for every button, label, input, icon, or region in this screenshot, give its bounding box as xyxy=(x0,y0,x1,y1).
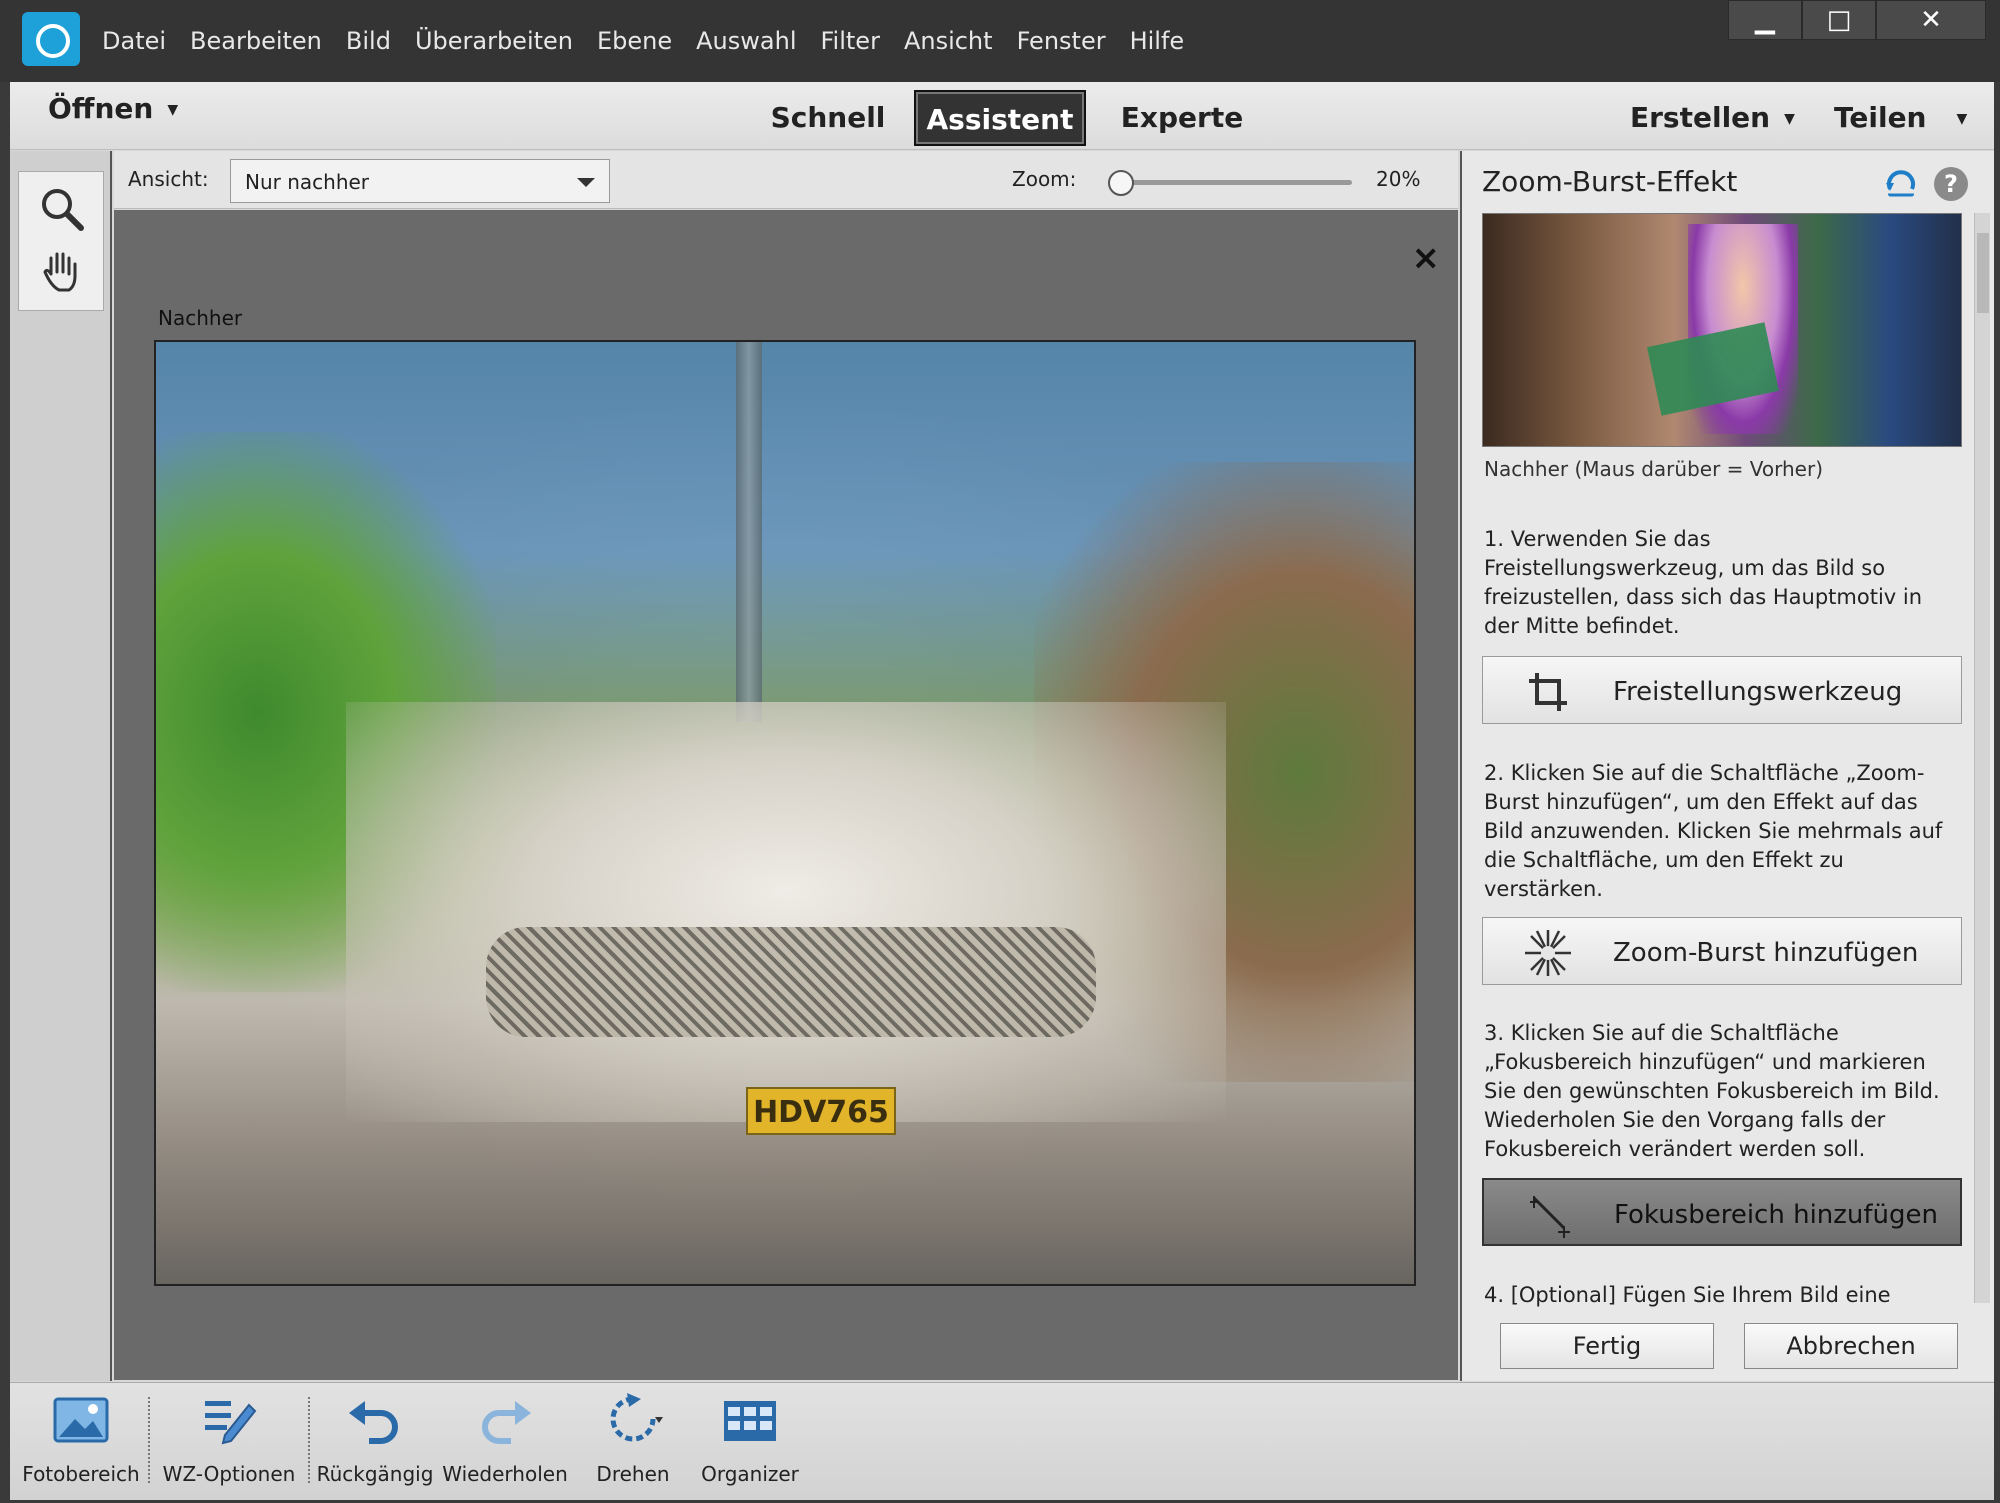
menu-datei[interactable]: Datei xyxy=(90,0,178,82)
step-4-text: 4. [Optional] Fügen Sie Ihrem Bild eine xyxy=(1484,1283,1891,1307)
tool-group xyxy=(18,171,104,311)
maximize-button[interactable]: □ xyxy=(1802,0,1876,40)
redo-icon xyxy=(482,1401,531,1444)
add-focus-area-button[interactable]: Fokusbereich hinzufügen xyxy=(1482,1178,1962,1246)
photo-car-grille xyxy=(486,927,1096,1037)
menu-bar: Datei Bearbeiten Bild Überarbeiten Ebene… xyxy=(90,0,1196,82)
menu-bild[interactable]: Bild xyxy=(334,0,403,82)
after-label: Nachher xyxy=(158,306,243,330)
zoom-tool-icon[interactable] xyxy=(37,184,87,234)
done-button[interactable]: Fertig xyxy=(1500,1323,1714,1369)
minimize-button[interactable]: ▁ xyxy=(1728,0,1802,40)
open-label: Öffnen xyxy=(48,92,154,125)
menu-ansicht[interactable]: Ansicht xyxy=(892,0,1005,82)
app-logo-icon xyxy=(22,12,80,66)
organizer-label: Organizer xyxy=(701,1462,799,1486)
menu-bearbeiten[interactable]: Bearbeiten xyxy=(178,0,334,82)
app-frame: Öffnen ▼ Schnell Assistent Experte Erstel… xyxy=(10,82,1994,1500)
photo-bin-icon xyxy=(53,1397,109,1443)
separator xyxy=(148,1397,150,1483)
menu-ebene[interactable]: Ebene xyxy=(585,0,684,82)
organizer-button[interactable]: Organizer xyxy=(690,1391,810,1495)
rotate-button[interactable]: Drehen xyxy=(580,1391,686,1495)
focus-area-icon xyxy=(1530,1196,1570,1238)
tool-options-label: WZ-Optionen xyxy=(162,1462,296,1486)
menu-filter[interactable]: Filter xyxy=(809,0,892,82)
chevron-down-icon: ▼ xyxy=(1784,111,1795,127)
chevron-down-icon: ▼ xyxy=(167,102,179,118)
photo-pole xyxy=(736,342,762,722)
toolbox xyxy=(10,151,112,1381)
zoom-slider-track[interactable] xyxy=(1116,180,1352,185)
effect-preview-image[interactable] xyxy=(1482,213,1962,447)
zoom-burst-icon xyxy=(1525,930,1571,976)
organizer-icon xyxy=(724,1401,776,1441)
panel-title: Zoom-Burst-Effekt xyxy=(1482,165,1738,198)
step-2-text: 2. Klicken Sie auf die Schaltfläche „Zoo… xyxy=(1484,761,1943,901)
chevron-down-icon: ▼ xyxy=(1956,111,1968,127)
panel-scrollbar-thumb[interactable] xyxy=(1977,233,1989,313)
menu-auswahl[interactable]: Auswahl xyxy=(684,0,808,82)
crop-tool-button[interactable]: Freistellungswerkzeug xyxy=(1482,656,1962,724)
tab-experte[interactable]: Experte xyxy=(1106,90,1258,146)
separator xyxy=(308,1397,310,1483)
bottom-toolbar: Fotobereich WZ-Optionen Rückgängig Wiede… xyxy=(10,1382,1994,1500)
undo-button[interactable]: Rückgängig xyxy=(312,1391,438,1495)
chevron-down-icon xyxy=(577,178,595,187)
view-select[interactable]: Nur nachher xyxy=(230,159,610,203)
image-canvas: × Nachher HDV765 xyxy=(114,210,1458,1380)
add-zoom-burst-label: Zoom-Burst hinzufügen xyxy=(1613,938,1919,968)
tool-options-button[interactable]: WZ-Optionen xyxy=(154,1391,304,1495)
license-plate: HDV765 xyxy=(746,1087,896,1135)
view-label: Ansicht: xyxy=(128,167,209,191)
step-1-text: 1. Verwenden Sie das Freistellungswerkze… xyxy=(1484,527,1923,638)
reset-icon[interactable] xyxy=(1884,167,1918,201)
undo-icon xyxy=(349,1401,398,1444)
guided-panel: Zoom-Burst-Effekt ? Nachher (Maus darübe… xyxy=(1460,151,1994,1381)
create-label: Erstellen xyxy=(1630,101,1771,134)
window-controls: ▁ □ ✕ xyxy=(1728,0,1986,40)
preview-caption: Nachher (Maus darüber = Vorher) xyxy=(1484,457,1824,481)
rotate-label: Drehen xyxy=(596,1462,670,1486)
crop-tool-label: Freistellungswerkzeug xyxy=(1613,677,1903,707)
share-label: Teilen xyxy=(1834,101,1927,134)
open-button[interactable]: Öffnen ▼ xyxy=(48,92,178,125)
view-select-value: Nur nachher xyxy=(245,170,370,194)
add-zoom-burst-button[interactable]: Zoom-Burst hinzufügen xyxy=(1482,917,1962,985)
title-bar: Datei Bearbeiten Bild Überarbeiten Ebene… xyxy=(0,0,2000,82)
share-menu[interactable]: Teilen ▼ xyxy=(1834,90,1967,146)
tab-assistent[interactable]: Assistent xyxy=(914,90,1086,146)
edited-photo[interactable]: HDV765 xyxy=(154,340,1416,1286)
redo-label: Wiederholen xyxy=(442,1462,568,1486)
menu-fenster[interactable]: Fenster xyxy=(1005,0,1118,82)
zoom-slider-thumb[interactable] xyxy=(1108,170,1134,196)
mode-bar: Öffnen ▼ Schnell Assistent Experte Erstel… xyxy=(10,82,1994,150)
undo-label: Rückgängig xyxy=(316,1462,434,1486)
menu-hilfe[interactable]: Hilfe xyxy=(1118,0,1197,82)
menu-ueberarbeiten[interactable]: Überarbeiten xyxy=(403,0,585,82)
crop-icon xyxy=(1529,673,1567,711)
photo-bin-label: Fotobereich xyxy=(22,1462,140,1486)
photo-car xyxy=(346,702,1226,1122)
help-icon[interactable]: ? xyxy=(1934,167,1968,201)
zoom-label: Zoom: xyxy=(1012,167,1077,191)
tab-schnell[interactable]: Schnell xyxy=(762,90,894,146)
close-icon[interactable]: × xyxy=(1412,238,1441,278)
step-3-text: 3. Klicken Sie auf die Schaltfläche „Fok… xyxy=(1484,1021,1940,1161)
close-window-button[interactable]: ✕ xyxy=(1876,0,1986,40)
cancel-button[interactable]: Abbrechen xyxy=(1744,1323,1958,1369)
panel-scrollbar[interactable] xyxy=(1974,213,1990,1303)
tool-options-icon xyxy=(205,1401,257,1445)
options-bar: Ansicht: Nur nachher Zoom: 20% xyxy=(114,151,1458,209)
redo-button[interactable]: Wiederholen xyxy=(440,1391,570,1495)
rotate-icon xyxy=(610,1393,663,1442)
hand-tool-icon[interactable] xyxy=(37,246,87,296)
create-menu[interactable]: Erstellen ▼ xyxy=(1630,90,1795,146)
add-focus-area-label: Fokusbereich hinzufügen xyxy=(1614,1200,1939,1230)
photo-bin-button[interactable]: Fotobereich xyxy=(18,1391,144,1495)
zoom-value: 20% xyxy=(1376,167,1421,191)
